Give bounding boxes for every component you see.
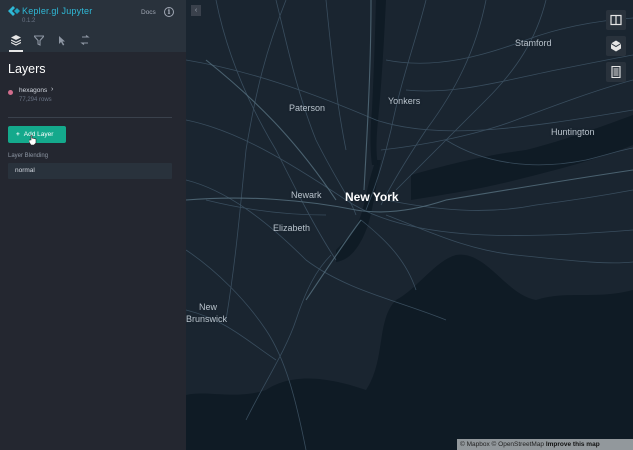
layer-blending-label: Layer Blending	[8, 153, 49, 159]
improve-map-link[interactable]: Improve this map	[546, 441, 600, 448]
tab-layers[interactable]	[6, 30, 26, 52]
panel-tabs	[0, 30, 186, 52]
kepler-app: Kepler.gl Jupyter 0.1.2 Docs i Layers he…	[0, 0, 633, 450]
map-label-huntington: Huntington	[551, 127, 595, 137]
map-label-newark: Newark	[291, 190, 322, 200]
tab-filters[interactable]	[29, 30, 49, 52]
mapbox-attribution-link[interactable]: © Mapbox	[460, 441, 490, 448]
map-label-yonkers: Yonkers	[388, 96, 421, 106]
basemap	[186, 0, 633, 450]
map-canvas[interactable]: Stamford Paterson Yonkers Huntington New…	[186, 0, 633, 450]
dataset-row-count: 77,294 rows	[19, 97, 52, 103]
divider	[8, 117, 172, 118]
legend-icon	[611, 66, 621, 78]
3d-view-icon	[610, 40, 622, 52]
info-icon[interactable]: i	[164, 7, 174, 17]
map-settings-icon	[80, 35, 90, 45]
map-label-stamford: Stamford	[515, 38, 552, 48]
split-map-icon	[610, 14, 622, 26]
dataset-color-dot	[8, 90, 13, 95]
add-layer-button[interactable]: + Add Layer	[8, 126, 66, 143]
filter-icon	[34, 35, 44, 46]
panel-title: Layers	[8, 62, 46, 76]
docs-link[interactable]: Docs	[141, 9, 156, 16]
map-label-elizabeth: Elizabeth	[273, 223, 311, 233]
mouse-pointer-icon	[29, 135, 37, 145]
map-label-new-brunswick-line1: New	[199, 302, 218, 312]
split-map-button[interactable]	[606, 10, 626, 30]
cursor-click-icon	[59, 36, 65, 46]
legend-button[interactable]	[606, 62, 626, 82]
osm-attribution-link[interactable]: © OpenStreetMap	[492, 441, 544, 448]
side-panel: Kepler.gl Jupyter 0.1.2 Docs i Layers he…	[0, 0, 186, 450]
map-label-new-york: New York	[345, 190, 399, 204]
chevron-right-icon[interactable]: ›	[51, 86, 53, 93]
layers-icon	[11, 35, 21, 46]
tab-basemap[interactable]	[75, 30, 95, 52]
collapse-panel-button[interactable]: ‹	[191, 5, 201, 16]
map-label-paterson: Paterson	[289, 103, 326, 113]
app-version: 0.1.2	[22, 18, 36, 24]
app-name: Kepler.gl Jupyter	[22, 6, 93, 16]
panel-header: Kepler.gl Jupyter 0.1.2 Docs i	[0, 0, 186, 30]
kepler-logo-icon	[8, 6, 20, 16]
map-label-new-brunswick-line2: Brunswick	[186, 314, 228, 324]
tab-interactions[interactable]	[52, 30, 72, 52]
map-attribution: © Mapbox © OpenStreetMap Improve this ma…	[457, 439, 633, 450]
3d-view-button[interactable]	[606, 36, 626, 56]
layer-blending-select[interactable]: normal	[8, 163, 172, 179]
plus-icon: +	[16, 131, 20, 138]
dataset-name[interactable]: hexagons	[19, 87, 47, 94]
